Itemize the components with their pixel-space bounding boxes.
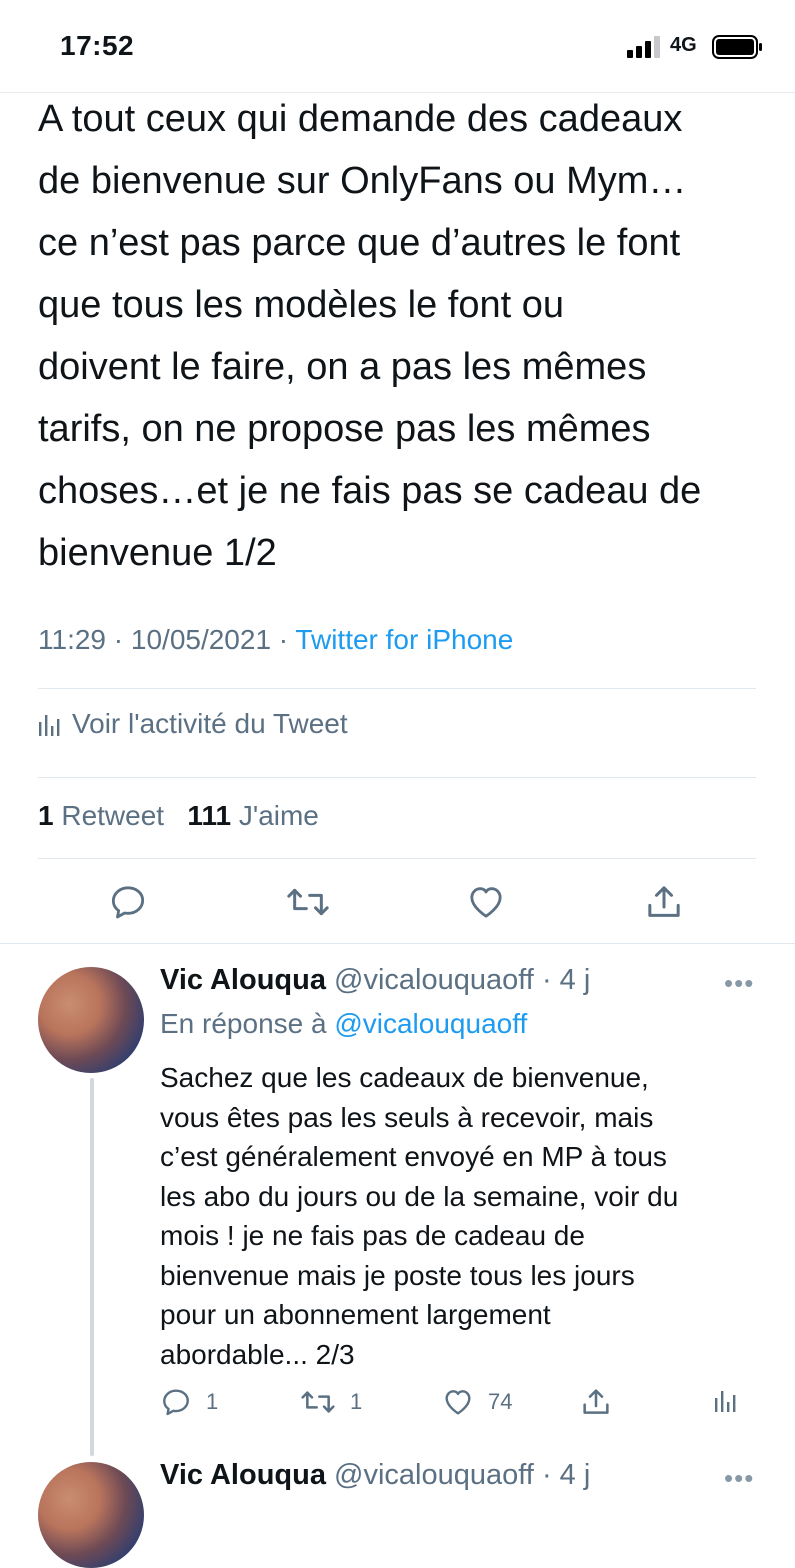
tweet-activity-label: Voir l'activité du Tweet — [72, 708, 348, 739]
tweet-activity-link[interactable]: Voir l'activité du Tweet — [38, 708, 348, 740]
retweet-stat[interactable]: 1 Retweet — [38, 800, 164, 831]
reply-count: 1 — [206, 1389, 219, 1414]
divider — [0, 943, 795, 944]
reply-button[interactable] — [108, 882, 148, 922]
in-reply-to: En réponse à @vicalouquaoff — [160, 1008, 527, 1040]
more-options-icon[interactable]: ••• — [724, 968, 754, 999]
avatar[interactable] — [38, 1462, 144, 1568]
tweet-text: A tout ceux qui demande des cadeaux de b… — [38, 98, 702, 574]
reply-text: Sachez que les cadeaux de bienvenue, vou… — [160, 1062, 679, 1370]
reply-header: Vic Alouqua @vicalouquaoff · 4 j — [160, 1459, 590, 1492]
divider — [38, 688, 756, 689]
tweet-stats: 1 Retweet 111 J'aime — [38, 800, 319, 832]
share-icon — [583, 1389, 609, 1414]
like-icon — [470, 887, 502, 918]
share-button[interactable] — [644, 882, 684, 922]
network-type: 4G — [670, 34, 697, 56]
analytics-icon — [39, 715, 60, 736]
reply-icon — [163, 1389, 189, 1416]
avatar[interactable] — [38, 967, 144, 1073]
battery-icon — [712, 35, 762, 59]
reply-reply-button[interactable]: 1 — [160, 1386, 218, 1418]
reply-author-name[interactable]: Vic Alouqua — [160, 964, 326, 996]
like-count: 111 — [187, 800, 232, 831]
tweet-time: 11:29 — [38, 624, 106, 655]
retweet-count: 1 — [38, 800, 54, 831]
analytics-icon — [715, 1391, 736, 1412]
reply-author-name[interactable]: Vic Alouqua — [160, 1459, 326, 1491]
divider — [38, 858, 756, 859]
status-time: 17:52 — [60, 30, 135, 61]
like-count: 74 — [488, 1389, 513, 1414]
retweet-label: Retweet — [61, 800, 165, 831]
in-reply-label: En réponse à — [160, 1008, 335, 1039]
tweet-date: 10/05/2021 — [130, 624, 272, 655]
retweet-count: 1 — [350, 1389, 363, 1414]
reply-icon — [111, 886, 145, 919]
retweet-icon — [287, 888, 329, 916]
reply-age: · 4 j — [541, 964, 591, 996]
like-stat[interactable]: 111 J'aime — [187, 800, 318, 831]
like-icon — [445, 1390, 471, 1415]
meta-separator: · — [271, 624, 296, 655]
retweet-button[interactable] — [286, 882, 330, 922]
share-icon — [648, 886, 680, 917]
more-options-icon[interactable]: ••• — [724, 1463, 754, 1494]
like-label: J'aime — [238, 800, 319, 831]
like-button[interactable] — [466, 882, 506, 922]
reply-like-button[interactable]: 74 — [442, 1386, 512, 1418]
in-reply-handle-link[interactable]: @vicalouquaoff — [334, 1008, 527, 1039]
divider — [38, 777, 756, 778]
status-bar: 17:52 4G — [0, 0, 795, 93]
reply-retweet-button[interactable]: 1 — [300, 1386, 362, 1418]
signal-icon — [627, 36, 660, 58]
meta-separator: · — [106, 624, 131, 655]
reply-share-button[interactable] — [580, 1386, 612, 1418]
reply-header: Vic Alouqua @vicalouquaoff · 4 j — [160, 964, 590, 997]
tweet-source-link[interactable]: Twitter for iPhone — [295, 624, 513, 655]
tweet-meta: 11:29 · 10/05/2021 · Twitter for iPhone — [38, 624, 513, 656]
thread-line — [90, 1078, 94, 1456]
reply-age: · 4 j — [541, 1459, 591, 1491]
reply-author-handle[interactable]: @vicalouquaoff — [334, 1459, 534, 1491]
retweet-icon — [301, 1391, 335, 1413]
reply-analytics-button[interactable] — [714, 1386, 736, 1414]
reply-author-handle[interactable]: @vicalouquaoff — [334, 964, 534, 996]
